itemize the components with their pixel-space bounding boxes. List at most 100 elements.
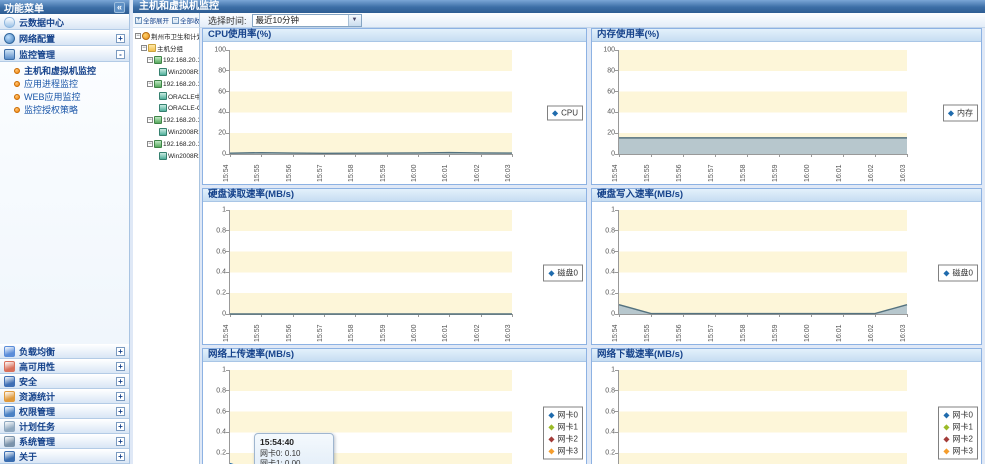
tree-node-host[interactable]: − 192.168.20.13	[135, 114, 199, 126]
x-axis-label: 15:57	[316, 156, 325, 182]
tree-node-vm[interactable]: Win2008R2-03	[135, 126, 199, 138]
tree-node-datacenter[interactable]: − 荆州市卫生和计划生育局数据中心	[135, 30, 199, 42]
collapse-all-button[interactable]: − 全部收起	[172, 15, 200, 25]
tree-expand-toggle[interactable]: −	[141, 45, 147, 51]
legend-marker-icon: ◆	[943, 411, 949, 419]
x-axis-label: 16:01	[441, 316, 450, 342]
sidebar-item-network-config[interactable]: 网络配置 +	[0, 30, 129, 46]
x-axis-label: 15:58	[347, 156, 356, 182]
x-axis-label: 15:54	[611, 156, 620, 182]
legend-label: 网卡1	[558, 422, 578, 433]
tree-node-host[interactable]: −192.168.20.12	[135, 78, 199, 90]
vm-icon	[159, 92, 167, 100]
tree-node-label: 192.168.20.14	[163, 141, 199, 148]
x-axis-label: 16:01	[835, 156, 844, 182]
vm-icon	[159, 152, 167, 160]
tree-node-vm[interactable]: ORACLE中间件	[135, 90, 199, 102]
legend-label: 网卡2	[558, 434, 578, 445]
y-axis-label: 0.2	[216, 450, 226, 457]
tree-expand-toggle[interactable]: −	[135, 33, 141, 39]
sidebar-item-high-availability[interactable]: 高可用性+	[0, 359, 129, 374]
chart-series-svg	[230, 50, 512, 154]
expand-all-button[interactable]: + 全部展开	[135, 15, 169, 25]
tree-node-label: Win2008R2-03	[168, 129, 199, 136]
legend-item: ◆磁盘0	[548, 268, 578, 279]
network-icon	[4, 33, 15, 44]
legend-label: 网卡3	[558, 446, 578, 457]
y-axis-label: 0.8	[605, 227, 615, 234]
x-axis-label: 15:54	[611, 316, 620, 342]
page-title: 主机和虚拟机监控	[133, 0, 985, 13]
sidebar-item-about[interactable]: 关于+	[0, 449, 129, 464]
high-availability-icon	[4, 361, 15, 372]
sidebar-item-system-manage[interactable]: 系统管理+	[0, 434, 129, 449]
x-axis-label: 15:59	[771, 316, 780, 342]
tree-expand-toggle[interactable]: −	[147, 117, 153, 123]
sidebar-item-web-app-monitoring[interactable]: WEB应用监控	[0, 90, 129, 103]
expand-plus-icon[interactable]: +	[116, 362, 125, 371]
legend-label: CPU	[561, 109, 578, 118]
plot-area: 10080604020015:5415:5515:5615:5715:5815:…	[229, 50, 512, 155]
content-row: −荆州市卫生和计划生育局数据中心−主机分组−192.168.20.11Win20…	[133, 28, 985, 464]
legend-marker-icon: ◆	[548, 435, 554, 443]
tree-node-host-group[interactable]: −主机分组	[135, 42, 199, 54]
expand-plus-icon[interactable]: +	[116, 422, 125, 431]
expand-plus-icon[interactable]: +	[116, 34, 125, 43]
server-icon	[154, 80, 162, 88]
tree-node-host[interactable]: −192.168.20.11	[135, 54, 199, 66]
sidebar-item-security-shield[interactable]: 安全+	[0, 374, 129, 389]
statistics-icon	[4, 391, 15, 402]
legend-label: 内存	[957, 108, 973, 119]
time-range-select[interactable]: 最近10分钟 ▼	[252, 14, 362, 27]
x-axis-label: 15:54	[222, 156, 231, 182]
tree-expand-toggle[interactable]: −	[147, 57, 153, 63]
monitor-icon	[4, 49, 15, 60]
legend-item: ◆网卡2	[943, 434, 973, 445]
legend-item: ◆网卡3	[548, 446, 578, 457]
sidebar-item-monitoring-management[interactable]: 监控管理 -	[0, 46, 129, 62]
collapse-minus-icon[interactable]: -	[116, 50, 125, 59]
sidebar-item-scheduled-task[interactable]: 计划任务+	[0, 419, 129, 434]
tree-expand-toggle[interactable]: −	[147, 141, 153, 147]
tree-node-vm[interactable]: ORACLE-G11	[135, 102, 199, 114]
sidebar-item-monitoring-auth-policy[interactable]: 监控授权策略	[0, 103, 129, 116]
tree-node-vm[interactable]: Win2008R2-1	[135, 66, 199, 78]
sidebar-item-app-process-monitoring[interactable]: 应用进程监控	[0, 77, 129, 90]
x-axis-label: 16:02	[867, 156, 876, 182]
y-axis-label: 0.6	[216, 248, 226, 255]
sidebar-item-cloud-data-center[interactable]: 云数据中心	[0, 14, 129, 30]
tree-node-label: Win2008R2-1	[168, 69, 199, 76]
x-axis-label: 15:56	[285, 316, 294, 342]
expand-plus-icon[interactable]: +	[116, 452, 125, 461]
expand-plus-icon[interactable]: +	[116, 377, 125, 386]
y-axis-label: 20	[218, 130, 226, 137]
time-range-value: 最近10分钟	[253, 14, 348, 26]
sidebar-collapse-icon[interactable]: «	[114, 2, 125, 13]
y-axis-label: 0.8	[605, 387, 615, 394]
toolbar-row: + 全部展开 − 全部收起 选择时间: 最近10分钟 ▼	[133, 13, 985, 28]
sidebar-item-host-vm-monitoring[interactable]: 主机和虚拟机监控	[0, 64, 129, 77]
tree-node-label: ORACLE-G11	[168, 105, 199, 112]
tree-node-host[interactable]: − 192.168.20.14	[135, 138, 199, 150]
sidebar-item-load-balance[interactable]: 负载均衡+	[0, 344, 129, 359]
tree-node-label: 荆州市卫生和计划生育局数据中心	[151, 31, 199, 41]
sidebar-item-label: 权限管理	[19, 405, 112, 418]
y-axis-label: 0.2	[605, 450, 615, 457]
y-axis-label: 0.8	[216, 227, 226, 234]
y-axis-label: 100	[214, 47, 226, 54]
expand-plus-icon[interactable]: +	[116, 392, 125, 401]
expand-plus-icon[interactable]: +	[116, 407, 125, 416]
expand-plus-icon[interactable]: +	[116, 437, 125, 446]
sidebar-item-statistics[interactable]: 资源统计+	[0, 389, 129, 404]
tree-node-label: 192.168.20.13	[163, 117, 199, 124]
bullet-icon	[14, 81, 20, 87]
x-axis-label: 16:03	[504, 156, 513, 182]
tree-node-vm[interactable]: Win2008R2-04	[135, 150, 199, 162]
legend-item: ◆内存	[948, 108, 973, 119]
tree-node-label: ORACLE中间件	[168, 91, 199, 101]
sidebar-item-user-permission[interactable]: 权限管理 +	[0, 404, 129, 419]
bullet-icon	[14, 94, 20, 100]
expand-plus-icon[interactable]: +	[116, 347, 125, 356]
chart-body: 10080604020015:5415:5515:5615:5715:5815:…	[203, 42, 586, 184]
tree-expand-toggle[interactable]: −	[147, 81, 153, 87]
